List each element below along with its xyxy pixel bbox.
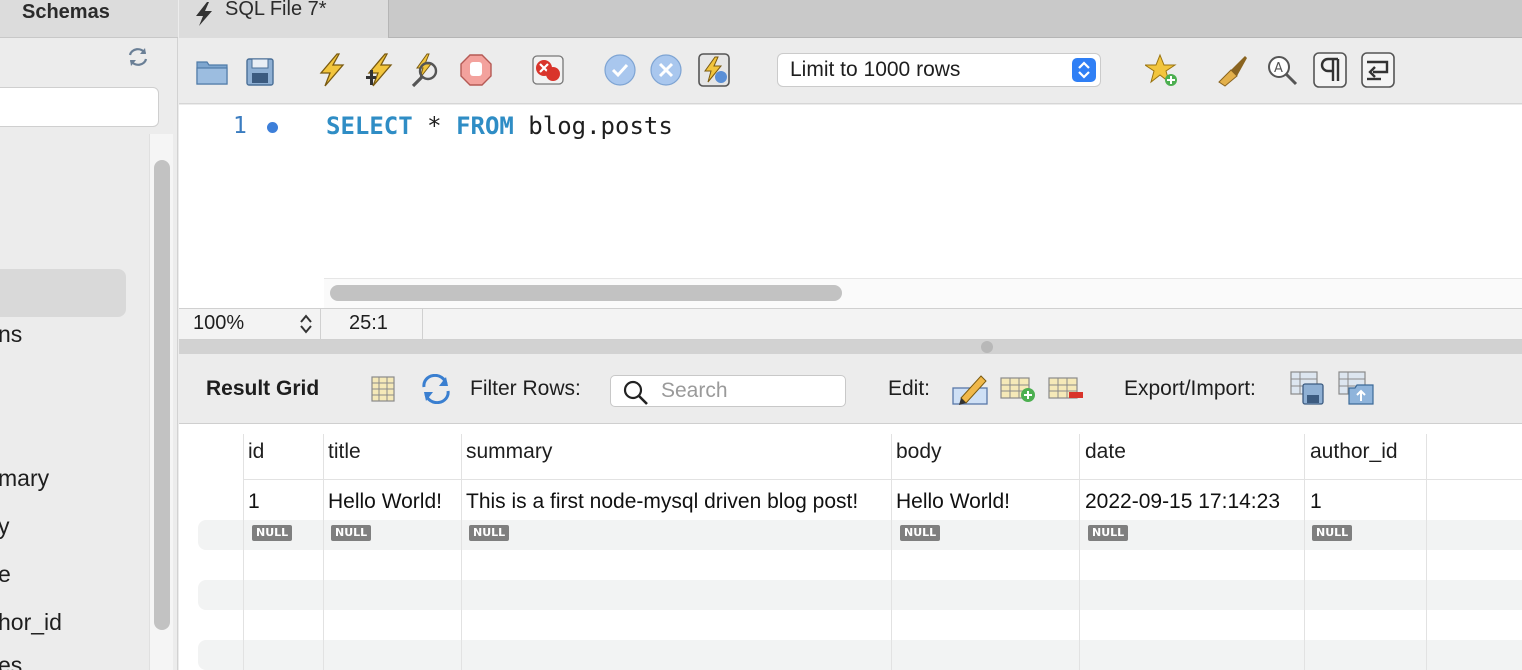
column-divider[interactable]	[891, 434, 892, 670]
export-icon[interactable]	[1289, 370, 1327, 406]
import-icon[interactable]	[1337, 370, 1377, 406]
autocommit-icon[interactable]	[697, 52, 731, 88]
null-cell-author-id[interactable]: NULL	[1312, 525, 1353, 541]
line-marker-icon	[267, 122, 278, 133]
column-divider[interactable]	[243, 434, 244, 670]
row-band	[198, 580, 1522, 610]
toggle-error-icon[interactable]	[531, 52, 565, 88]
filter-rows-label: Filter Rows:	[470, 377, 581, 400]
column-divider[interactable]	[323, 434, 324, 670]
tree-item[interactable]: ns	[0, 321, 22, 348]
cursor-position-label: 25:1	[349, 312, 388, 334]
stop-icon[interactable]	[459, 52, 493, 88]
null-cell-title[interactable]: NULL	[331, 525, 372, 541]
keyword-select: SELECT	[326, 112, 413, 140]
schema-sidebar: Schemas ns mary y e hor_id es	[0, 0, 178, 670]
editor-toolbar: Limit to 1000 rows A	[179, 38, 1522, 104]
keyword-from: FROM	[456, 112, 514, 140]
explain-icon[interactable]	[409, 52, 443, 88]
cell-body[interactable]: Hello World!	[896, 490, 1010, 514]
svg-text:A: A	[1274, 61, 1283, 76]
header-divider	[243, 479, 1522, 480]
panel-splitter[interactable]	[179, 340, 1522, 354]
refresh-icon[interactable]	[126, 46, 150, 68]
commit-icon[interactable]	[603, 52, 637, 88]
result-grid[interactable]: id title summary body date author_id 1 H…	[179, 424, 1522, 670]
find-icon[interactable]: A	[1265, 52, 1299, 88]
editor-scroll-thumb[interactable]	[330, 285, 842, 301]
column-header-author-id[interactable]: author_id	[1310, 440, 1398, 464]
beautify-icon[interactable]	[1215, 52, 1249, 88]
app-window: Schemas ns mary y e hor_id es SQL File 7…	[0, 0, 1522, 670]
sidebar-header: Schemas	[0, 0, 178, 38]
column-divider[interactable]	[461, 434, 462, 670]
cell-summary[interactable]: This is a first node-mysql driven blog p…	[466, 490, 858, 514]
save-icon[interactable]	[243, 52, 277, 88]
search-icon	[623, 380, 648, 405]
sql-editor[interactable]: 1 SELECT * FROM blog.posts	[179, 105, 1522, 308]
row-limit-label: Limit to 1000 rows	[790, 58, 961, 81]
refresh-results-icon[interactable]	[419, 374, 453, 404]
editor-status-bar: 100% 25:1	[179, 308, 1522, 340]
edit-cell-icon[interactable]	[951, 372, 989, 406]
code-table-name: blog.posts	[513, 112, 673, 140]
row-band	[198, 640, 1522, 670]
null-cell-body[interactable]: NULL	[900, 525, 941, 541]
cell-author-id[interactable]: 1	[1310, 490, 1322, 514]
column-divider[interactable]	[1304, 434, 1305, 670]
column-header-summary[interactable]: summary	[466, 440, 552, 464]
null-cell-id[interactable]: NULL	[252, 525, 293, 541]
export-import-label: Export/Import:	[1124, 377, 1256, 400]
null-cell-summary[interactable]: NULL	[469, 525, 510, 541]
cell-id[interactable]: 1	[248, 490, 260, 514]
column-header-id[interactable]: id	[248, 440, 264, 464]
chevron-updown-icon[interactable]	[1072, 58, 1096, 82]
cell-title[interactable]: Hello World!	[328, 490, 442, 514]
column-divider[interactable]	[1426, 434, 1427, 670]
execute-icon[interactable]	[315, 52, 349, 88]
schema-filter-input[interactable]	[0, 87, 159, 127]
grid-layout-icon[interactable]	[370, 375, 396, 403]
tree-item[interactable]: mary	[0, 465, 49, 492]
column-header-date[interactable]: date	[1085, 440, 1126, 464]
tab-bar: SQL File 7*	[179, 0, 1522, 38]
tab-label: SQL File 7*	[225, 0, 327, 20]
code-line[interactable]: SELECT * FROM blog.posts	[326, 112, 673, 140]
rollback-icon[interactable]	[649, 52, 683, 88]
lightning-icon	[196, 2, 212, 26]
sidebar-title: Schemas	[22, 1, 110, 23]
tree-item[interactable]: es	[0, 652, 22, 670]
column-header-body[interactable]: body	[896, 440, 942, 464]
zoom-control[interactable]: 100%	[179, 309, 321, 340]
filter-search-box[interactable]	[610, 375, 846, 407]
add-row-icon[interactable]	[999, 374, 1037, 404]
line-number: 1	[233, 113, 247, 139]
wrap-icon[interactable]	[1361, 52, 1395, 88]
sidebar-scroll-thumb[interactable]	[154, 160, 170, 630]
edit-label: Edit:	[888, 377, 931, 400]
row-limit-select[interactable]: Limit to 1000 rows	[777, 53, 1101, 87]
tree-item[interactable]: e	[0, 561, 11, 588]
column-header-title[interactable]: title	[328, 440, 361, 464]
search-input[interactable]	[661, 378, 841, 404]
result-grid-label: Result Grid	[206, 377, 320, 400]
result-toolbar: Result Grid Filter Rows: Edit:	[179, 354, 1522, 424]
delete-row-icon[interactable]	[1047, 374, 1085, 404]
tree-item[interactable]: hor_id	[0, 609, 62, 636]
chevron-updown-icon[interactable]	[297, 312, 315, 336]
open-folder-icon[interactable]	[195, 52, 229, 88]
null-cell-date[interactable]: NULL	[1088, 525, 1129, 541]
tree-item[interactable]: y	[0, 513, 10, 540]
execute-current-icon[interactable]	[363, 52, 397, 88]
tree-selected-item[interactable]	[0, 269, 126, 317]
zoom-level: 100%	[193, 312, 245, 334]
splitter-handle[interactable]	[981, 341, 993, 353]
cell-date[interactable]: 2022-09-15 17:14:23	[1085, 490, 1280, 514]
tab-sql-file[interactable]: SQL File 7*	[179, 0, 389, 38]
code-operator: *	[412, 112, 457, 140]
column-divider[interactable]	[1079, 434, 1080, 670]
cursor-position: 25:1	[321, 309, 423, 340]
invisibles-icon[interactable]	[1313, 52, 1347, 88]
add-snippet-icon[interactable]	[1145, 52, 1179, 88]
